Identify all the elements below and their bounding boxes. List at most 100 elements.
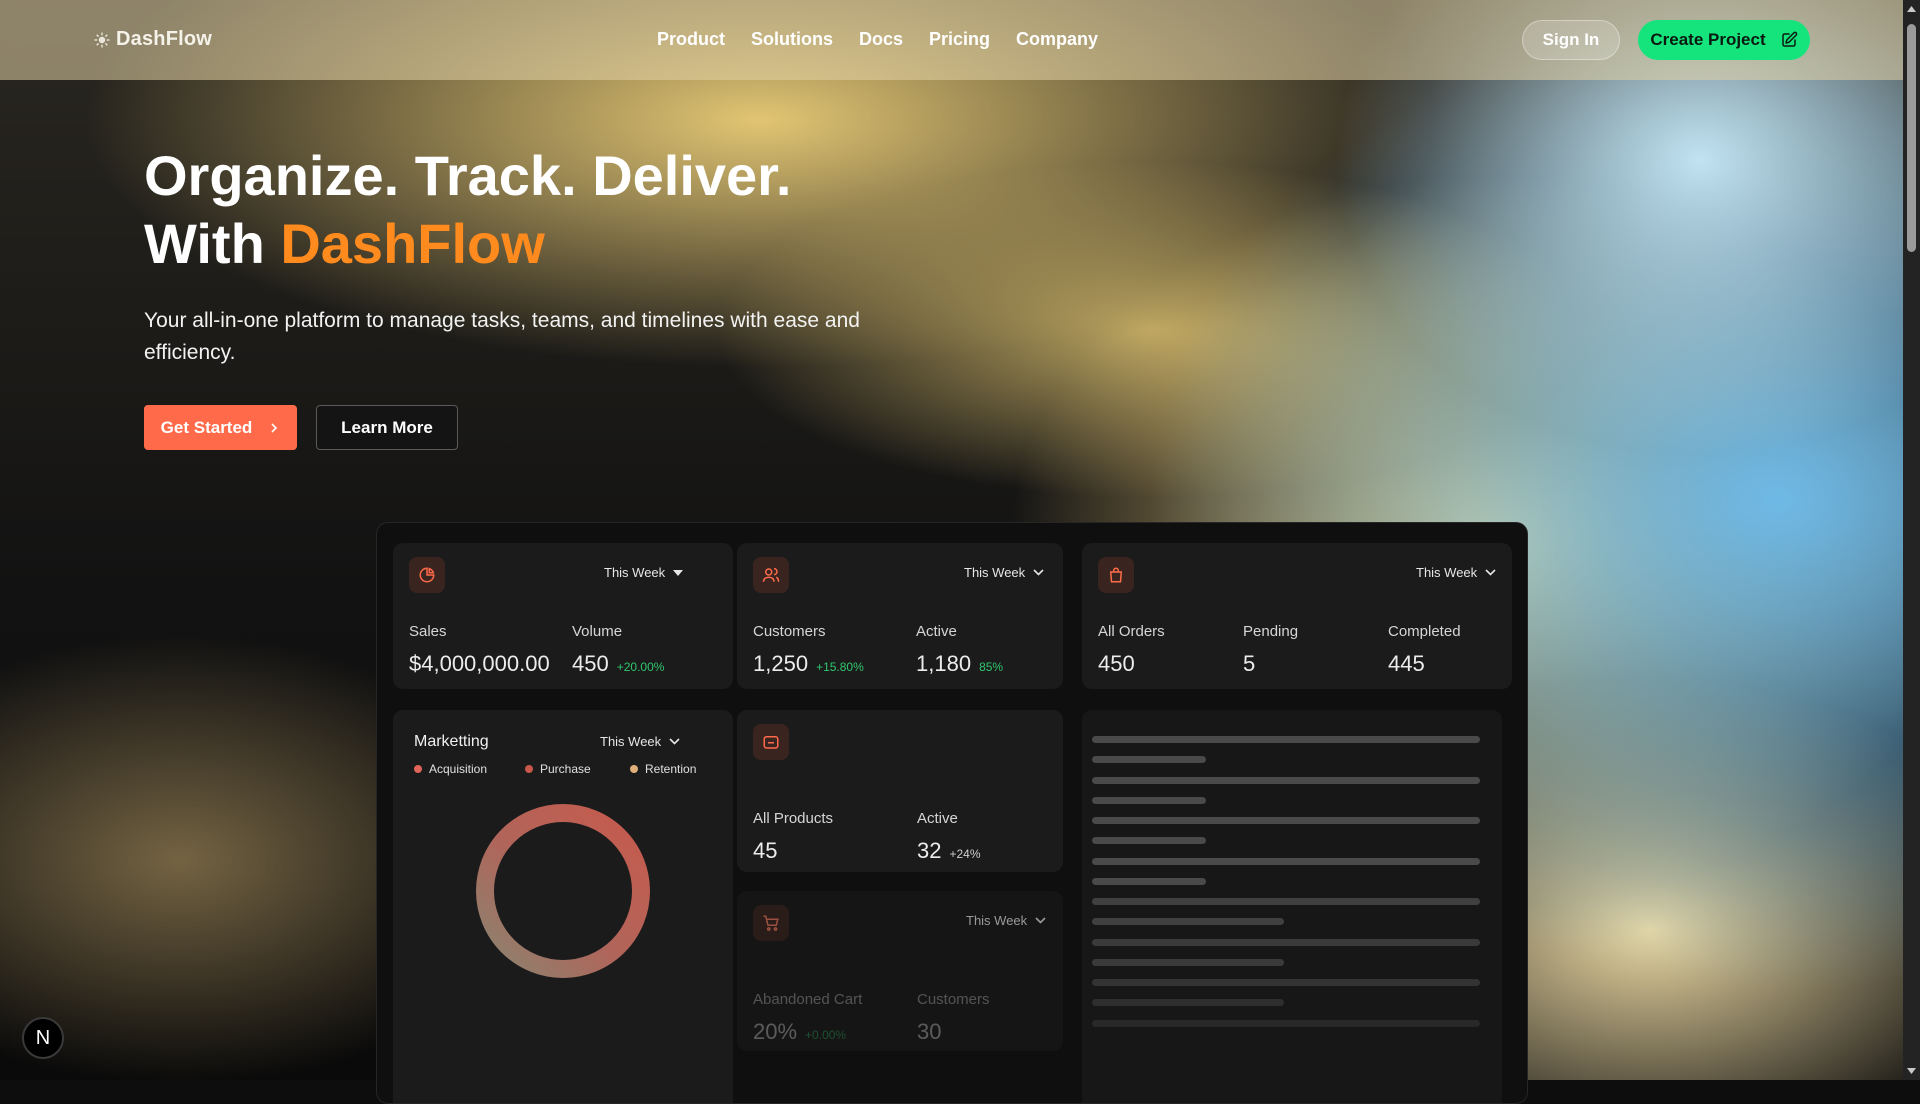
caret-down-icon bbox=[673, 569, 684, 576]
chevron-down-icon bbox=[1485, 569, 1496, 576]
all-orders-value: 450 bbox=[1098, 651, 1135, 676]
marketing-card: Marketting This Week Acquisition Purchas… bbox=[393, 710, 733, 1103]
completed-value: 445 bbox=[1388, 651, 1425, 676]
donut-ring bbox=[476, 804, 650, 978]
skeleton-line bbox=[1092, 777, 1480, 784]
abandoned-cart-value: 20% bbox=[753, 1019, 798, 1044]
legend-retention-label: Retention bbox=[645, 762, 697, 776]
create-project-label: Create Project bbox=[1650, 30, 1766, 49]
products-active-value-row: 32 +24% bbox=[917, 838, 981, 864]
orders-card: This Week All Orders 450 Pending 5 Compl… bbox=[1082, 543, 1512, 689]
sales-label: Sales bbox=[409, 623, 447, 640]
abandoned-cart-change: +0.00% bbox=[805, 1028, 847, 1042]
cart-icon bbox=[753, 905, 789, 941]
nav-link-solutions[interactable]: Solutions bbox=[751, 29, 833, 50]
marketing-period-label: This Week bbox=[600, 734, 662, 749]
volume-label: Volume bbox=[572, 623, 623, 640]
pending-value: 5 bbox=[1243, 651, 1256, 676]
edit-icon bbox=[1781, 31, 1797, 47]
cart-customers-value: 30 bbox=[917, 1019, 942, 1044]
chevron-down-icon bbox=[1035, 917, 1046, 924]
nav-link-pricing[interactable]: Pricing bbox=[929, 29, 990, 50]
legend-acquisition-label: Acquisition bbox=[429, 762, 488, 776]
skeleton-line bbox=[1092, 979, 1480, 986]
active-label: Active bbox=[916, 623, 957, 640]
scrollbar-thumb[interactable] bbox=[1907, 24, 1916, 252]
active-value: 1,180 bbox=[916, 651, 972, 676]
completed-label: Completed bbox=[1388, 623, 1461, 640]
headline-line-1: Organize. Track. Deliver. bbox=[144, 144, 792, 207]
get-started-button[interactable]: Get Started bbox=[144, 405, 297, 450]
hero-headline: Organize. Track. Deliver. With DashFlow bbox=[144, 142, 791, 278]
active-change: 85% bbox=[979, 660, 1004, 674]
skeleton-line bbox=[1092, 939, 1480, 946]
shopping-bag-icon bbox=[1098, 557, 1134, 593]
scroll-up-arrow-icon[interactable] bbox=[1903, 2, 1920, 16]
chevron-right-icon bbox=[271, 422, 278, 433]
products-active-change: +24% bbox=[949, 847, 981, 861]
marketing-period-select[interactable]: This Week bbox=[600, 734, 680, 749]
top-navbar: DashFlow Product Solutions Docs Pricing … bbox=[0, 0, 1903, 80]
active-value-row: 1,180 85% bbox=[916, 651, 1003, 677]
loading-skeleton-card bbox=[1082, 710, 1502, 1103]
customers-period-select[interactable]: This Week bbox=[964, 565, 1044, 580]
marketing-donut-chart bbox=[476, 804, 650, 978]
skeleton-line bbox=[1092, 736, 1480, 743]
abandoned-cart-label: Abandoned Cart bbox=[753, 991, 863, 1008]
chevron-down-icon bbox=[669, 738, 680, 745]
hero-subtitle: Your all-in-one platform to manage tasks… bbox=[144, 309, 860, 364]
skeleton-line bbox=[1092, 898, 1480, 905]
pie-chart-icon bbox=[409, 557, 445, 593]
sales-period-select[interactable]: This Week bbox=[604, 565, 684, 580]
legend-acquisition: Acquisition bbox=[414, 762, 487, 776]
learn-more-button[interactable]: Learn More bbox=[316, 405, 458, 450]
vertical-scrollbar[interactable] bbox=[1903, 0, 1920, 1080]
customers-change: +15.80% bbox=[816, 660, 864, 674]
legend-retention-swatch bbox=[630, 765, 638, 773]
abandoned-cart-card: This Week Abandoned Cart 20% +0.00% Custo… bbox=[737, 891, 1063, 1051]
customers-period-label: This Week bbox=[964, 565, 1026, 580]
nav-link-company[interactable]: Company bbox=[1016, 29, 1098, 50]
brand-logo[interactable]: DashFlow bbox=[94, 28, 212, 51]
customers-value: 1,250 bbox=[753, 651, 809, 676]
orders-period-select[interactable]: This Week bbox=[1416, 565, 1496, 580]
headline-brand: DashFlow bbox=[280, 212, 545, 275]
users-icon bbox=[753, 557, 789, 593]
skeleton-line bbox=[1092, 1020, 1480, 1027]
pending-label: Pending bbox=[1243, 623, 1299, 640]
scroll-down-arrow-icon[interactable] bbox=[1903, 1064, 1920, 1078]
customers-label: Customers bbox=[753, 623, 826, 640]
all-products-value: 45 bbox=[753, 838, 778, 863]
nav-link-docs[interactable]: Docs bbox=[859, 29, 903, 50]
orders-period-label: This Week bbox=[1416, 565, 1478, 580]
get-started-label: Get Started bbox=[160, 417, 253, 437]
sales-period-label: This Week bbox=[604, 565, 666, 580]
marketing-title: Marketting bbox=[414, 733, 489, 750]
cart-period-label: This Week bbox=[966, 913, 1028, 928]
sun-logo-icon bbox=[94, 32, 110, 47]
main-menu: Product Solutions Docs Pricing Company bbox=[657, 29, 1098, 50]
legend-retention: Retention bbox=[630, 762, 696, 776]
volume-value: 450 bbox=[572, 651, 609, 676]
sign-in-button[interactable]: Sign In bbox=[1522, 20, 1620, 60]
n-badge-button[interactable]: N bbox=[22, 1017, 64, 1059]
products-active-label: Active bbox=[917, 810, 958, 827]
volume-change: +20.00% bbox=[616, 660, 665, 674]
skeleton-line bbox=[1092, 959, 1284, 966]
nav-link-product[interactable]: Product bbox=[657, 29, 725, 50]
dashboard-preview: This Week Sales $4,000,000.00 Volume 450… bbox=[376, 522, 1528, 1104]
folder-icon bbox=[753, 724, 789, 760]
legend-purchase-label: Purchase bbox=[540, 762, 591, 776]
brand-name: DashFlow bbox=[116, 28, 213, 50]
headline-with: With bbox=[144, 212, 265, 275]
customers-card: This Week Customers 1,250 +15.80% Active … bbox=[737, 543, 1063, 689]
skeleton-line bbox=[1092, 918, 1284, 925]
products-active-value: 32 bbox=[917, 838, 942, 863]
cart-period-select[interactable]: This Week bbox=[966, 913, 1046, 928]
customers-value-row: 1,250 +15.80% bbox=[753, 651, 864, 677]
skeleton-line bbox=[1092, 837, 1206, 844]
create-project-button[interactable]: Create Project bbox=[1638, 20, 1810, 60]
sales-value: $4,000,000.00 bbox=[409, 651, 550, 676]
legend-acquisition-swatch bbox=[414, 765, 422, 773]
volume-value-row: 450 +20.00% bbox=[572, 651, 664, 677]
